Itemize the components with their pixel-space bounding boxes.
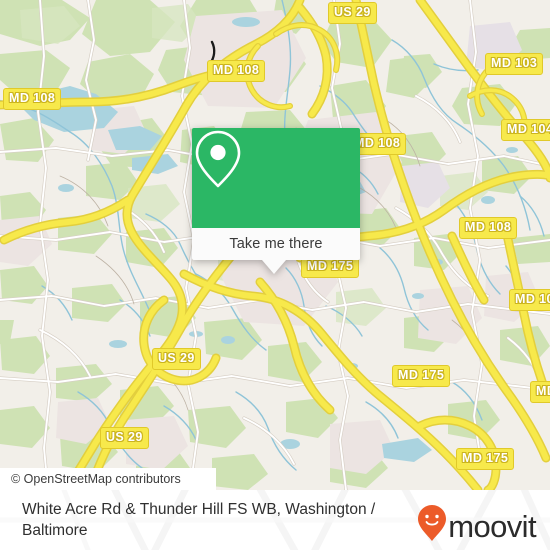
road-shield: US 29	[100, 427, 149, 449]
road-shield: MD 108	[509, 289, 550, 311]
road-shield: MD 104	[501, 119, 550, 141]
location-popup-card[interactable]: Take me there	[192, 128, 360, 274]
popup-pointer-tail	[262, 260, 286, 274]
road-shield: US 29	[152, 348, 201, 370]
moovit-station-map-card: .g { fill:#cfe2b4; } .g2 { fill:#d7e6c0;…	[0, 0, 550, 550]
road-shield: MD 108	[207, 60, 266, 82]
popup-pin-panel	[192, 128, 360, 228]
road-shield: MD 103	[485, 53, 544, 75]
road-shield: US 29	[328, 2, 377, 24]
station-title: White Acre Rd & Thunder Hill FS WB, Wash…	[22, 501, 376, 539]
osm-attribution-text: © OpenStreetMap contributors	[11, 471, 181, 486]
road-shield: MD 108	[459, 217, 518, 239]
popup-cta[interactable]: Take me there	[192, 228, 360, 260]
map-canvas[interactable]: .g { fill:#cfe2b4; } .g2 { fill:#d7e6c0;…	[0, 0, 550, 490]
moovit-pin-icon	[417, 504, 447, 547]
osm-attribution-bar[interactable]: © OpenStreetMap contributors	[0, 468, 216, 490]
road-shield: MD 175	[456, 448, 515, 470]
footer-bar: White Acre Rd & Thunder Hill FS WB, Wash…	[0, 490, 550, 550]
road-shield: MD 108	[3, 88, 62, 110]
road-shield: MD 175	[392, 365, 451, 387]
moovit-brand[interactable]: moovit	[417, 504, 537, 547]
popup-cta-label: Take me there	[229, 235, 323, 252]
road-shield: MD	[530, 381, 550, 403]
moovit-wordmark: moovit	[448, 508, 536, 544]
